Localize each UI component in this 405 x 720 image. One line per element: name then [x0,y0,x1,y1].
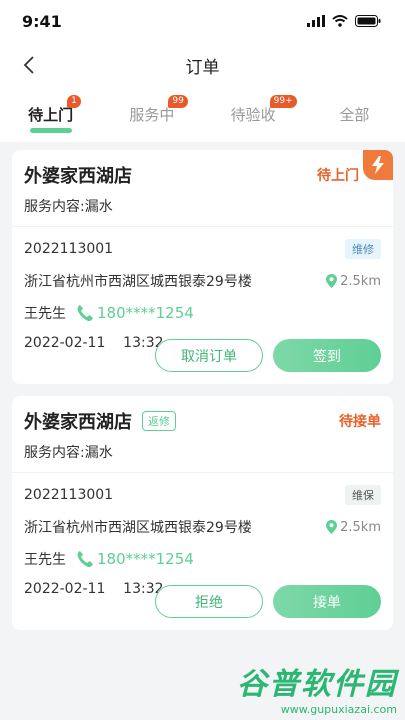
order-type-tag: 维保 [345,485,381,505]
tab-label: 待验收 [230,106,276,124]
location-pin-icon [326,274,338,288]
phone-icon [77,551,93,568]
tab-label: 待上门 [28,106,74,124]
tab-badge: 99+ [269,95,297,108]
phone-link[interactable]: 180****1254 [76,550,194,568]
service-content: 服务内容:漏水 [24,445,113,461]
wifi-icon [332,15,348,27]
tab-badge: 1 [67,95,81,108]
watermark-logo: 谷普软件园 [237,667,397,702]
nav-bar: 订单 [0,42,405,88]
shop-name: 外婆家西湖店 [24,412,132,433]
order-tabs: 待上门 1 服务中 99 待验收 99+ 全部 [0,88,405,142]
battery-icon [355,15,381,27]
tab-in-service[interactable]: 服务中 99 [101,95,202,125]
accept-order-button[interactable]: 接单 [273,585,381,618]
cancel-order-button[interactable]: 取消订单 [155,339,263,372]
order-status: 待上门 [317,168,359,184]
status-icons [307,15,381,27]
watermark-url: www.gupuxiazai.com [280,703,397,716]
tab-label: 服务中 [129,106,175,124]
tab-pending-visit[interactable]: 待上门 1 [0,95,101,133]
tab-all[interactable]: 全部 [304,104,405,125]
tab-badge: 99 [168,95,188,108]
page-title: 订单 [185,57,220,78]
order-card[interactable]: 外婆家西湖店 待上门 服务内容:漏水 2022113001 维修 浙江省杭州市西… [12,150,393,384]
order-status: 待接单 [339,414,381,430]
contact-name: 王先生 [24,552,66,568]
chevron-left-icon [23,56,34,74]
back-button[interactable] [14,50,44,80]
status-time: 9:41 [22,11,62,31]
phone-number: 180****1254 [97,304,194,322]
distance: 2.5km [326,520,381,535]
tab-pending-acceptance[interactable]: 待验收 99+ [203,95,304,125]
order-number: 2022113001 [24,241,114,257]
distance-value: 2.5km [340,273,381,289]
reject-button[interactable]: 拒绝 [155,585,263,618]
lightning-icon [363,150,393,180]
phone-icon [77,305,93,322]
location-pin-icon [326,520,338,534]
check-in-button[interactable]: 签到 [273,339,381,372]
address: 浙江省杭州市西湖区城西银泰29号楼 [24,274,252,290]
order-list: 外婆家西湖店 待上门 服务内容:漏水 2022113001 维修 浙江省杭州市西… [0,142,405,650]
distance-value: 2.5km [340,519,381,535]
order-datetime: 2022-02-11 13:32 [24,335,164,351]
order-type-tag: 维修 [345,239,381,259]
signal-icon [307,15,325,27]
shop-name: 外婆家西湖店 [24,166,132,187]
address: 浙江省杭州市西湖区城西银泰29号楼 [24,520,252,536]
watermark: 谷普软件园 www.gupuxiazai.com [237,659,397,716]
tab-label: 全部 [339,106,370,124]
order-card-header: 外婆家西湖店 待上门 服务内容:漏水 [12,150,393,227]
service-content: 服务内容:漏水 [24,199,113,215]
order-card-header: 外婆家西湖店 返修 待接单 服务内容:漏水 [12,396,393,473]
phone-number: 180****1254 [97,550,194,568]
tab-active-indicator [29,128,72,133]
contact-name: 王先生 [24,306,66,322]
order-number: 2022113001 [24,487,114,503]
status-bar: 9:41 [0,0,405,42]
order-card[interactable]: 外婆家西湖店 返修 待接单 服务内容:漏水 2022113001 维保 浙江省杭… [12,396,393,630]
phone-link[interactable]: 180****1254 [76,304,194,322]
distance: 2.5km [326,274,381,289]
order-datetime: 2022-02-11 13:32 [24,581,164,597]
rework-tag: 返修 [142,411,176,431]
